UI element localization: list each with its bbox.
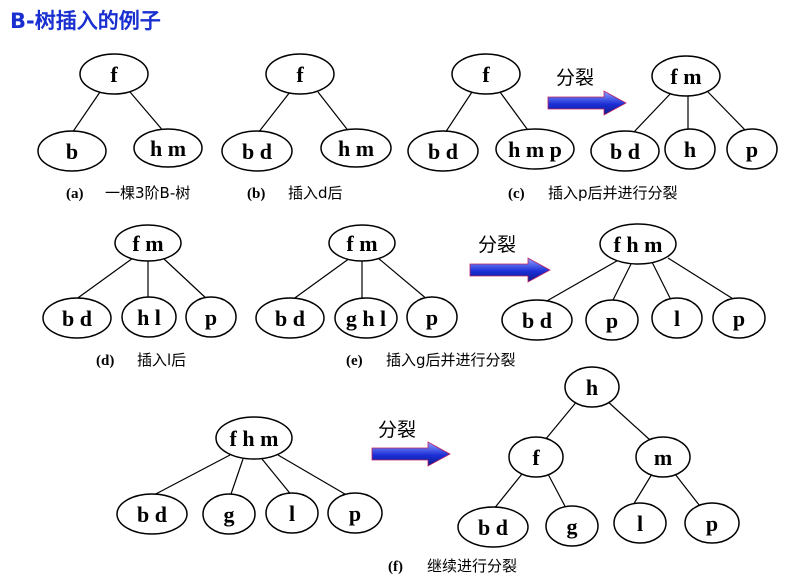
split-arrow-f: 分裂 bbox=[371, 419, 451, 467]
split-label: 分裂 bbox=[378, 419, 416, 441]
caption-e-tag: (e) bbox=[346, 353, 363, 369]
label-f2-bd: b d bbox=[478, 515, 508, 540]
label-f2-g: g bbox=[567, 514, 578, 539]
label-d-bd: b d bbox=[62, 306, 92, 331]
label-c-hmp: h m p bbox=[508, 137, 562, 162]
label-d-hl: h l bbox=[137, 305, 161, 330]
right-arrow-icon bbox=[469, 257, 551, 283]
label-e-fm: f m bbox=[346, 231, 377, 256]
caption-f-text: 继续进行分裂 bbox=[427, 557, 517, 575]
label-f-g: g bbox=[224, 502, 235, 527]
label-f2-h: h bbox=[586, 375, 598, 400]
label-f-fhm: f h m bbox=[230, 426, 279, 451]
label-a-hm: h m bbox=[150, 136, 186, 161]
caption-b-text: 插入d后 bbox=[288, 184, 343, 202]
label-e2-bd: b d bbox=[522, 308, 552, 333]
caption-b-tag: (b) bbox=[247, 186, 265, 202]
label-d-fm: f m bbox=[132, 231, 163, 256]
label-f2-f: f bbox=[532, 445, 540, 470]
label-c2-h: h bbox=[684, 137, 696, 162]
label-e2-p2: p bbox=[733, 306, 745, 331]
label-f-p: p bbox=[349, 501, 361, 526]
caption-c-text: 插入p后并进行分裂 bbox=[548, 184, 678, 202]
page-title: B-树插入的例子 bbox=[10, 9, 161, 33]
b-tree-diagram: B-树插入的例子 f b h m f b d h m f b d h m p f… bbox=[10, 9, 778, 575]
label-e-ghl: g h l bbox=[346, 306, 386, 331]
label-c2-p: p bbox=[746, 137, 758, 162]
label-f2-l: l bbox=[637, 511, 643, 536]
tree-nodes bbox=[37, 53, 778, 548]
caption-d-tag: (d) bbox=[96, 353, 114, 369]
label-b-f: f bbox=[296, 62, 304, 87]
label-e-bd: b d bbox=[275, 306, 305, 331]
label-e2-l: l bbox=[674, 306, 680, 331]
right-arrow-icon bbox=[371, 441, 451, 467]
label-f2-p: p bbox=[706, 511, 718, 536]
split-arrow-e: 分裂 bbox=[469, 234, 551, 283]
caption-f-tag: (f) bbox=[388, 559, 403, 575]
label-c-bd: b d bbox=[428, 139, 458, 164]
label-c2-bd: b d bbox=[610, 139, 640, 164]
caption-a-tag: (a) bbox=[66, 186, 84, 202]
caption-d-text: 插入l后 bbox=[137, 351, 186, 369]
label-e2-p: p bbox=[606, 308, 618, 333]
label-c2-fm: f m bbox=[670, 64, 701, 89]
label-a-f: f bbox=[110, 62, 118, 87]
split-arrow-c: 分裂 bbox=[547, 67, 627, 116]
label-c-f: f bbox=[482, 62, 490, 87]
split-label: 分裂 bbox=[478, 234, 516, 256]
label-d-p: p bbox=[205, 305, 217, 330]
label-b-bd: b d bbox=[242, 139, 272, 164]
label-f2-m: m bbox=[654, 445, 672, 470]
caption-c-tag: (c) bbox=[508, 186, 525, 202]
label-a-b: b bbox=[66, 139, 78, 164]
caption-e-text: 插入g后并进行分裂 bbox=[386, 351, 516, 369]
label-b-hm: h m bbox=[338, 136, 374, 161]
right-arrow-icon bbox=[547, 90, 627, 116]
label-e2-fhm: f h m bbox=[614, 232, 663, 257]
caption-a-text: 一棵3阶B-树 bbox=[105, 184, 190, 202]
label-e-p: p bbox=[426, 305, 438, 330]
split-label: 分裂 bbox=[556, 67, 594, 89]
label-f-bd: b d bbox=[137, 502, 167, 527]
label-f-l: l bbox=[289, 501, 295, 526]
